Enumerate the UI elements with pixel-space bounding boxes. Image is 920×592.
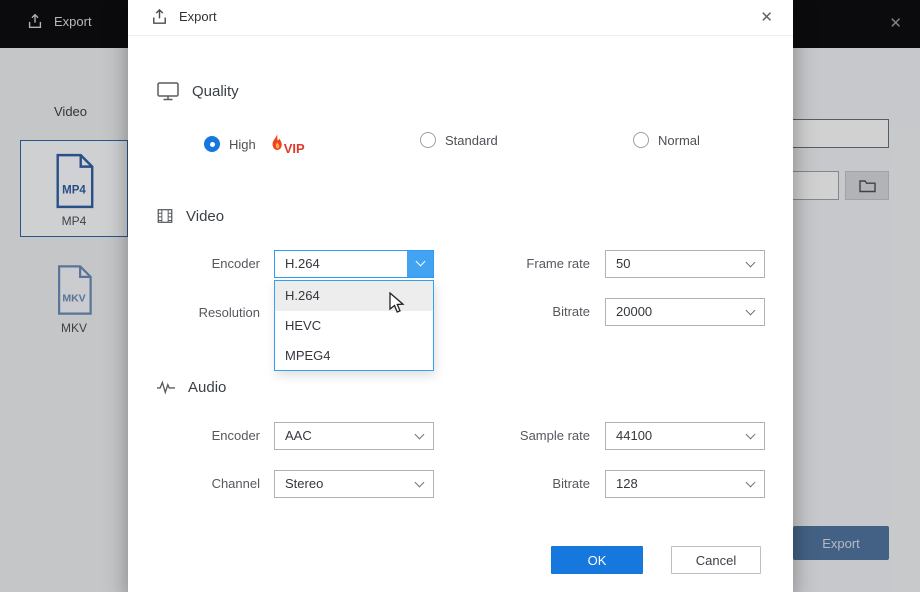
chevron-down-icon xyxy=(746,478,756,488)
audio-channel-value: Stereo xyxy=(285,471,323,497)
audio-encoder-value: AAC xyxy=(285,423,312,449)
chevron-down-icon xyxy=(415,478,425,488)
radio-standard-label: Standard xyxy=(445,133,498,148)
chevron-down-icon xyxy=(415,430,425,440)
quality-option-standard[interactable]: Standard xyxy=(420,132,498,148)
audio-samplerate-value: 44100 xyxy=(616,423,652,449)
cancel-button[interactable]: Cancel xyxy=(671,546,761,574)
video-encoder-value: H.264 xyxy=(285,251,320,277)
chevron-down-icon xyxy=(746,430,756,440)
quality-monitor-icon xyxy=(156,80,180,102)
encoder-option-h264[interactable]: H.264 xyxy=(275,281,433,311)
radio-normal[interactable] xyxy=(633,132,649,148)
video-film-icon xyxy=(156,206,174,226)
audio-channel-label: Channel xyxy=(128,470,260,498)
video-encoder-select[interactable]: H.264 xyxy=(274,250,434,278)
video-bitrate-select[interactable]: 20000 xyxy=(605,298,765,326)
dialog-title: Export xyxy=(179,9,217,24)
radio-high-label: High xyxy=(229,137,256,152)
dialog-header: Export ✕ xyxy=(128,0,793,36)
audio-bitrate-label: Bitrate xyxy=(458,470,590,498)
ok-button[interactable]: OK xyxy=(551,546,643,574)
audio-channel-select[interactable]: Stereo xyxy=(274,470,434,498)
export-dialog: Export ✕ Quality High VIP xyxy=(128,0,793,592)
quality-heading-label: Quality xyxy=(192,83,239,100)
radio-standard[interactable] xyxy=(420,132,436,148)
encoder-option-mpeg4[interactable]: MPEG4 xyxy=(275,341,433,371)
audio-encoder-label: Encoder xyxy=(128,422,260,450)
screen: Export ✕ Video MP4 MP4 MKV MKV xyxy=(0,0,920,592)
video-resolution-label: Resolution xyxy=(128,299,260,327)
quality-section-heading: Quality xyxy=(156,80,239,102)
radio-normal-label: Normal xyxy=(658,133,700,148)
video-framerate-value: 50 xyxy=(616,251,630,277)
audio-encoder-select[interactable]: AAC xyxy=(274,422,434,450)
video-section-heading: Video xyxy=(156,206,224,226)
video-framerate-select[interactable]: 50 xyxy=(605,250,765,278)
audio-samplerate-select[interactable]: 44100 xyxy=(605,422,765,450)
dialog-close-icon[interactable]: ✕ xyxy=(760,8,773,26)
audio-samplerate-label: Sample rate xyxy=(458,422,590,450)
mouse-cursor xyxy=(389,292,407,321)
audio-bitrate-select[interactable]: 128 xyxy=(605,470,765,498)
encoder-option-hevc[interactable]: HEVC xyxy=(275,311,433,341)
video-heading-label: Video xyxy=(186,208,224,225)
chevron-down-icon xyxy=(746,258,756,268)
quality-option-high[interactable]: High VIP xyxy=(204,132,305,156)
vip-badge: VIP xyxy=(267,132,305,156)
audio-bitrate-value: 128 xyxy=(616,471,638,497)
audio-heading-label: Audio xyxy=(188,379,226,396)
chevron-down-icon xyxy=(416,257,426,267)
video-bitrate-label: Bitrate xyxy=(458,298,590,326)
audio-section-heading: Audio xyxy=(156,378,226,396)
video-framerate-label: Frame rate xyxy=(458,250,590,278)
chevron-box[interactable] xyxy=(407,251,433,277)
video-bitrate-value: 20000 xyxy=(616,299,652,325)
radio-high[interactable] xyxy=(204,136,220,152)
chevron-down-icon xyxy=(746,306,756,316)
audio-waveform-icon xyxy=(156,378,176,396)
video-encoder-label: Encoder xyxy=(128,250,260,278)
encoder-dropdown-list: H.264 HEVC MPEG4 xyxy=(274,280,434,371)
export-icon xyxy=(150,7,169,26)
quality-option-normal[interactable]: Normal xyxy=(633,132,700,148)
dialog-title-group: Export xyxy=(150,7,217,26)
vip-badge-label: VIP xyxy=(284,141,305,156)
